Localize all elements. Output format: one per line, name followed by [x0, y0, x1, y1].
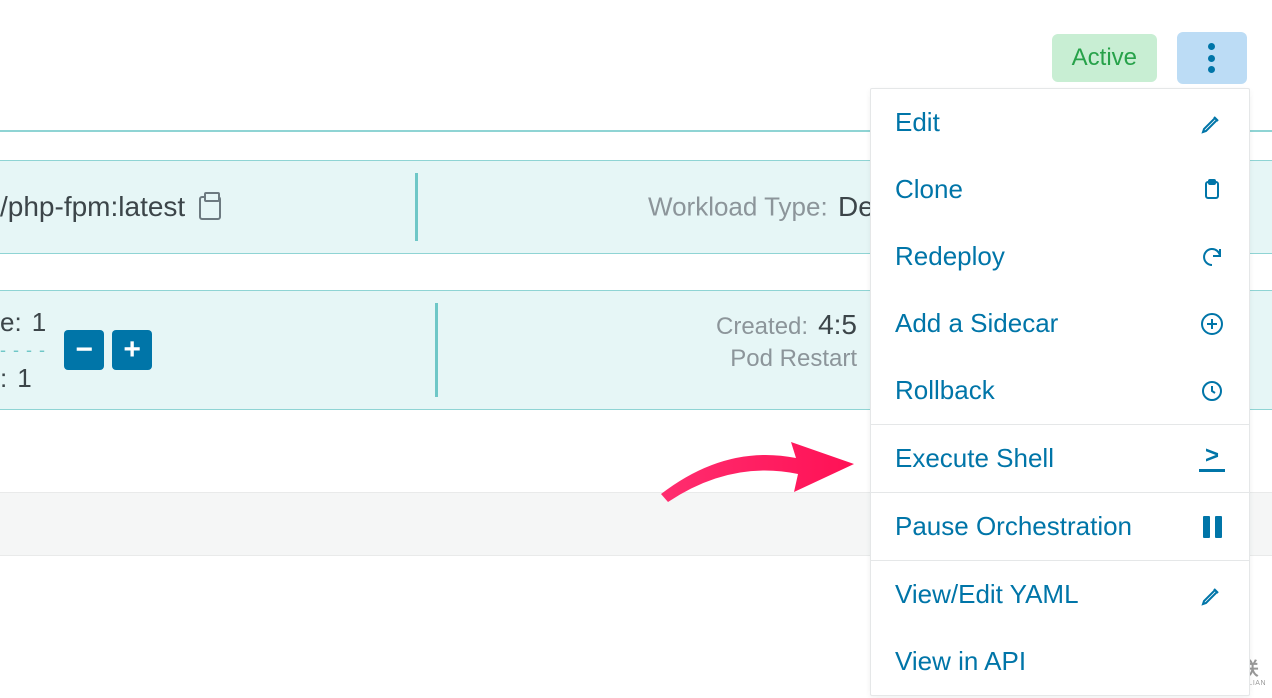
history-icon [1199, 378, 1225, 404]
clipboard-icon [1199, 177, 1225, 203]
menu-label: Edit [895, 107, 940, 138]
menu-label: View/Edit YAML [895, 579, 1079, 610]
plus-circle-icon [1199, 311, 1225, 337]
menu-item-rollback[interactable]: Rollback [871, 357, 1249, 424]
blank-icon [1199, 649, 1225, 675]
copy-icon[interactable] [199, 194, 221, 220]
menu-label: Execute Shell [895, 443, 1054, 474]
image-name: /php-fpm:latest [0, 191, 185, 223]
created-value: 4:5 [818, 309, 857, 341]
pencil-icon [1199, 110, 1225, 136]
menu-label: Add a Sidecar [895, 308, 1058, 339]
divider-dashes: - - - - [0, 340, 46, 361]
pause-icon [1199, 514, 1225, 540]
menu-item-add-sidecar[interactable]: Add a Sidecar [871, 290, 1249, 357]
scale-label-bottom: : [0, 363, 7, 394]
menu-item-execute-shell[interactable]: Execute Shell > [871, 425, 1249, 492]
workload-type-value: De [838, 191, 874, 223]
scale-down-button[interactable]: − [64, 330, 104, 370]
menu-item-redeploy[interactable]: Redeploy [871, 223, 1249, 290]
menu-label: Pause Orchestration [895, 511, 1132, 542]
actions-menu-button[interactable] [1177, 32, 1247, 84]
menu-label: Rollback [895, 375, 995, 406]
menu-label: View in API [895, 646, 1026, 677]
menu-item-view-api[interactable]: View in API [871, 628, 1249, 695]
redo-icon [1199, 244, 1225, 270]
scale-value-top: 1 [32, 307, 46, 338]
vertical-divider [415, 173, 418, 241]
menu-item-pause-orchestration[interactable]: Pause Orchestration [871, 493, 1249, 560]
actions-dropdown: Edit Clone Redeploy Add a Sidecar Rollba… [870, 88, 1250, 696]
kebab-icon [1208, 43, 1216, 73]
menu-item-edit[interactable]: Edit [871, 89, 1249, 156]
scale-label-top: e: [0, 307, 22, 338]
vertical-divider [435, 303, 438, 397]
menu-label: Redeploy [895, 241, 1005, 272]
scale-up-button[interactable]: + [112, 330, 152, 370]
scale-value-bottom: 1 [17, 363, 31, 394]
menu-item-clone[interactable]: Clone [871, 156, 1249, 223]
created-label: Created: [716, 313, 808, 341]
menu-label: Clone [895, 174, 963, 205]
shell-icon: > [1199, 446, 1225, 472]
workload-type-label: Workload Type: [648, 192, 828, 223]
pod-restart-label: Pod Restart [730, 345, 857, 373]
status-badge: Active [1052, 34, 1157, 82]
menu-item-view-yaml[interactable]: View/Edit YAML [871, 561, 1249, 628]
pencil-icon [1199, 582, 1225, 608]
